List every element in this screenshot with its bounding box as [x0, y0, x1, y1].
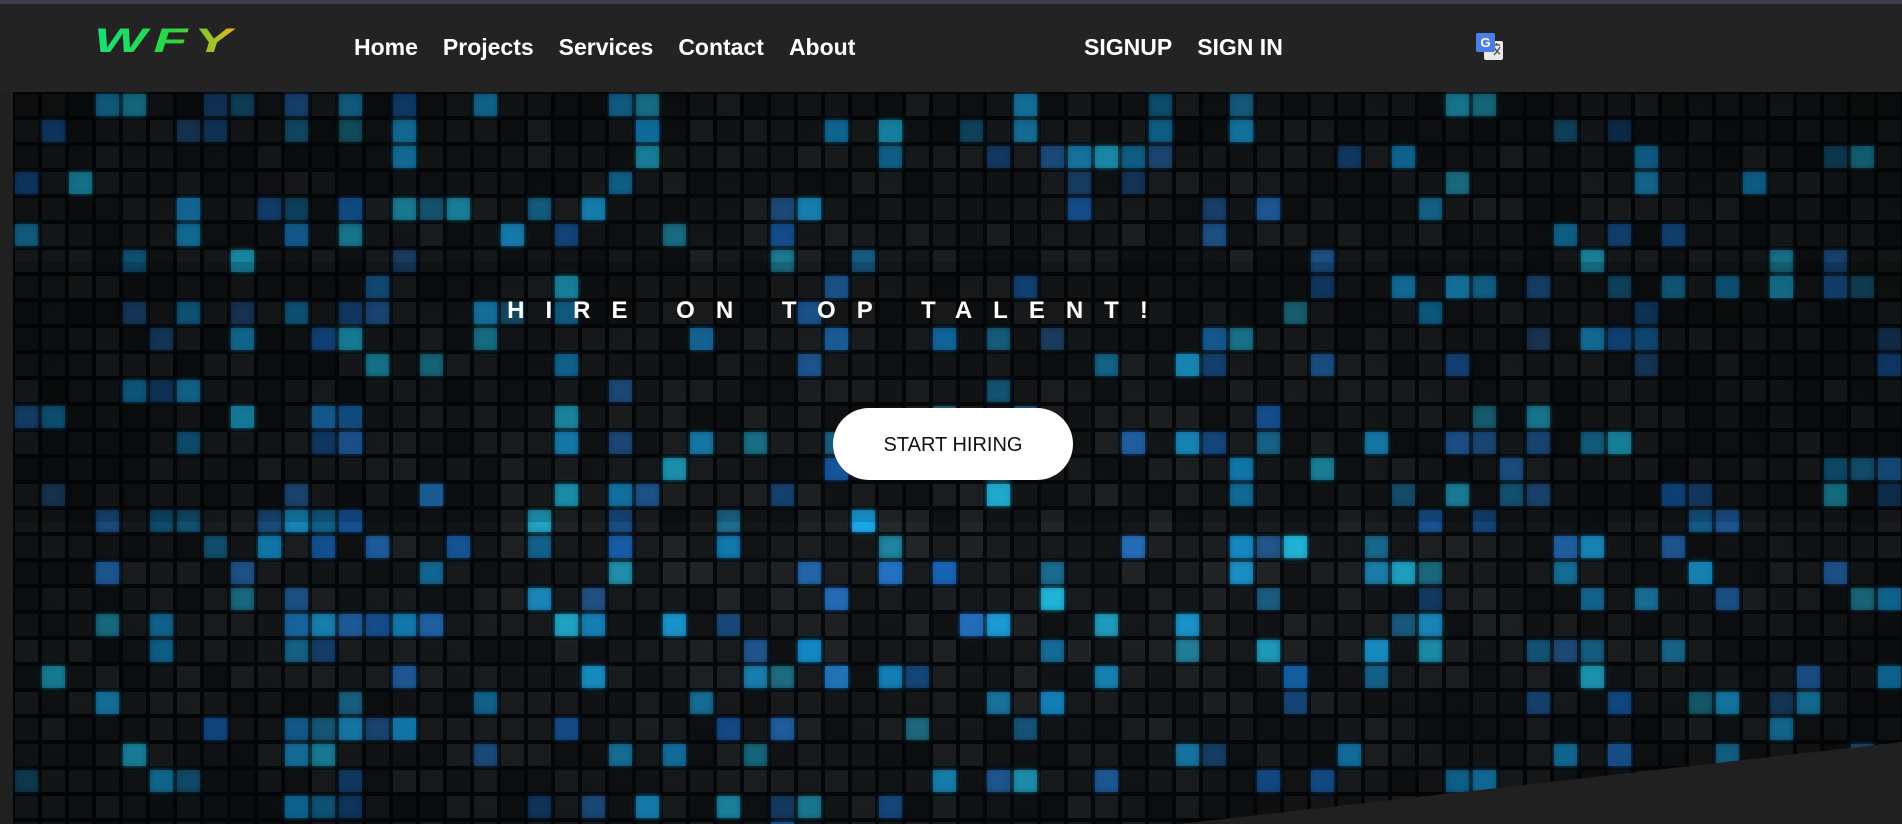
hero-bottom-wedge — [1180, 742, 1902, 824]
